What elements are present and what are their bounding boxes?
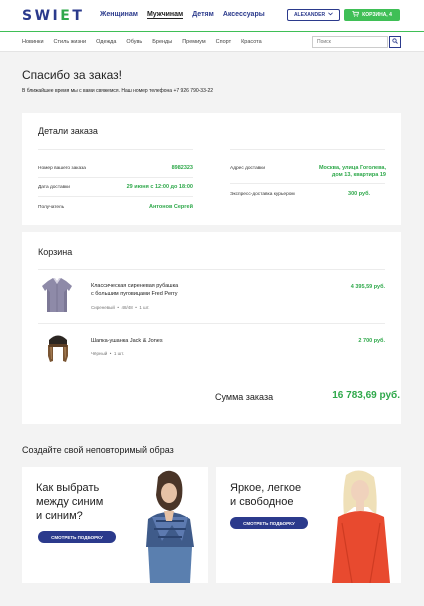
delivery-address-value: Москва, улица Гоголева, дом 13, квартира… bbox=[318, 165, 386, 178]
promo-model-image bbox=[132, 467, 208, 583]
subnav-item-shoes[interactable]: Обувь bbox=[126, 39, 142, 45]
product-price: 2 700 руб. bbox=[358, 338, 385, 344]
promo-title: Как выбрать между синим и синим? bbox=[36, 482, 104, 522]
order-details-card: Детали заказа Номер вашего заказа 898232… bbox=[22, 113, 401, 225]
confirmation-message: В ближайшее время мы с вами свяжемся. На… bbox=[22, 88, 214, 94]
sub-nav: Новинки Стиль жизни Одежда Обувь Бренды … bbox=[22, 39, 262, 45]
order-total-label: Сумма заказа bbox=[215, 392, 274, 402]
promo-card[interactable]: Яркое, легкое и свободное СМОТРЕТЬ ПОДБО… bbox=[216, 467, 401, 583]
product-attributes: Сиреневый • 48/48 • 1 шт. bbox=[91, 305, 150, 310]
user-name: ALEXANDER bbox=[293, 12, 326, 18]
promo-button[interactable]: СМОТРЕТЬ ПОДБОРКУ bbox=[230, 517, 308, 529]
divider bbox=[38, 196, 193, 197]
divider bbox=[38, 269, 385, 270]
subnav-item-new[interactable]: Новинки bbox=[22, 39, 44, 45]
header: SWIET Женщинам Мужчинам Детям Аксессуары… bbox=[0, 0, 424, 31]
nav-item-women[interactable]: Женщинам bbox=[100, 11, 138, 19]
search-icon bbox=[392, 38, 398, 46]
product-image-shirt[interactable] bbox=[40, 276, 74, 314]
divider bbox=[38, 177, 193, 178]
nav-item-men[interactable]: Мужчинам bbox=[146, 11, 184, 19]
order-number-value: 8982323 bbox=[171, 165, 193, 171]
cart-title: Корзина bbox=[38, 247, 73, 257]
promo-button[interactable]: СМОТРЕТЬ ПОДБОРКУ bbox=[38, 531, 116, 543]
subnav-item-sport[interactable]: Спорт bbox=[216, 39, 231, 45]
product-image-hat[interactable] bbox=[44, 331, 72, 365]
delivery-date-label: Дата доставки bbox=[38, 185, 70, 190]
product-name[interactable]: Классическая сиреневая рубашка с большим… bbox=[91, 282, 178, 298]
chevron-down-icon bbox=[328, 12, 333, 18]
promo-model-image bbox=[322, 467, 401, 583]
product-name[interactable]: Шапка-ушанка Jack & Jones bbox=[91, 337, 163, 345]
sub-nav-bar: Новинки Стиль жизни Одежда Обувь Бренды … bbox=[0, 32, 424, 52]
divider bbox=[230, 183, 385, 184]
subnav-item-clothing[interactable]: Одежда bbox=[96, 39, 116, 45]
recipient-value: Антонов Сергей bbox=[149, 204, 193, 210]
nav-item-kids[interactable]: Детям bbox=[192, 11, 214, 19]
subnav-item-brands[interactable]: Бренды bbox=[152, 39, 172, 45]
cart-label: КОРЗИНА, 4 bbox=[362, 12, 392, 18]
product-price: 4 395,59 руб. bbox=[350, 284, 385, 290]
order-confirmation-page: SWIET Женщинам Мужчинам Детям Аксессуары… bbox=[0, 0, 424, 606]
promo-card[interactable]: Как выбрать между синим и синим? СМОТРЕТ… bbox=[22, 467, 208, 583]
delivery-address-label: Адрес доставки bbox=[230, 166, 266, 171]
subnav-item-lifestyle[interactable]: Стиль жизни bbox=[54, 39, 87, 45]
page-title: Спасибо за заказ! bbox=[22, 68, 122, 82]
recipient-label: Получатель bbox=[38, 205, 65, 210]
promo-heading: Создайте свой неповторимый образ bbox=[22, 445, 174, 455]
delivery-date-value: 29 июня с 12:00 до 18:00 bbox=[126, 184, 193, 190]
search-button[interactable] bbox=[389, 36, 401, 48]
divider bbox=[38, 149, 193, 150]
cart-icon bbox=[352, 11, 360, 19]
main-nav: Женщинам Мужчинам Детям Аксессуары bbox=[100, 11, 265, 19]
search-input[interactable] bbox=[312, 36, 388, 48]
cart-button[interactable]: КОРЗИНА, 4 bbox=[344, 9, 400, 21]
divider bbox=[230, 149, 385, 150]
nav-item-accessories[interactable]: Аксессуары bbox=[223, 11, 265, 19]
delivery-method-price: 300 руб. bbox=[348, 191, 370, 197]
user-menu-button[interactable]: ALEXANDER bbox=[287, 9, 340, 21]
delivery-method-label: Экспресс-доставка курьером bbox=[230, 192, 295, 197]
logo[interactable]: SWIET bbox=[22, 8, 84, 24]
main-content: Спасибо за заказ! В ближайшее время мы с… bbox=[0, 53, 424, 606]
promo-title: Яркое, легкое и свободное bbox=[230, 482, 302, 508]
subnav-item-premium[interactable]: Премиум bbox=[182, 39, 205, 45]
product-attributes: Чёрный • 1 шт. bbox=[91, 351, 125, 356]
order-details-title: Детали заказа bbox=[38, 126, 98, 136]
subnav-item-beauty[interactable]: Красота bbox=[241, 39, 262, 45]
divider bbox=[38, 323, 385, 324]
order-total-value: 16 783,69 руб. bbox=[332, 390, 400, 401]
order-number-label: Номер вашего заказа bbox=[38, 166, 86, 171]
